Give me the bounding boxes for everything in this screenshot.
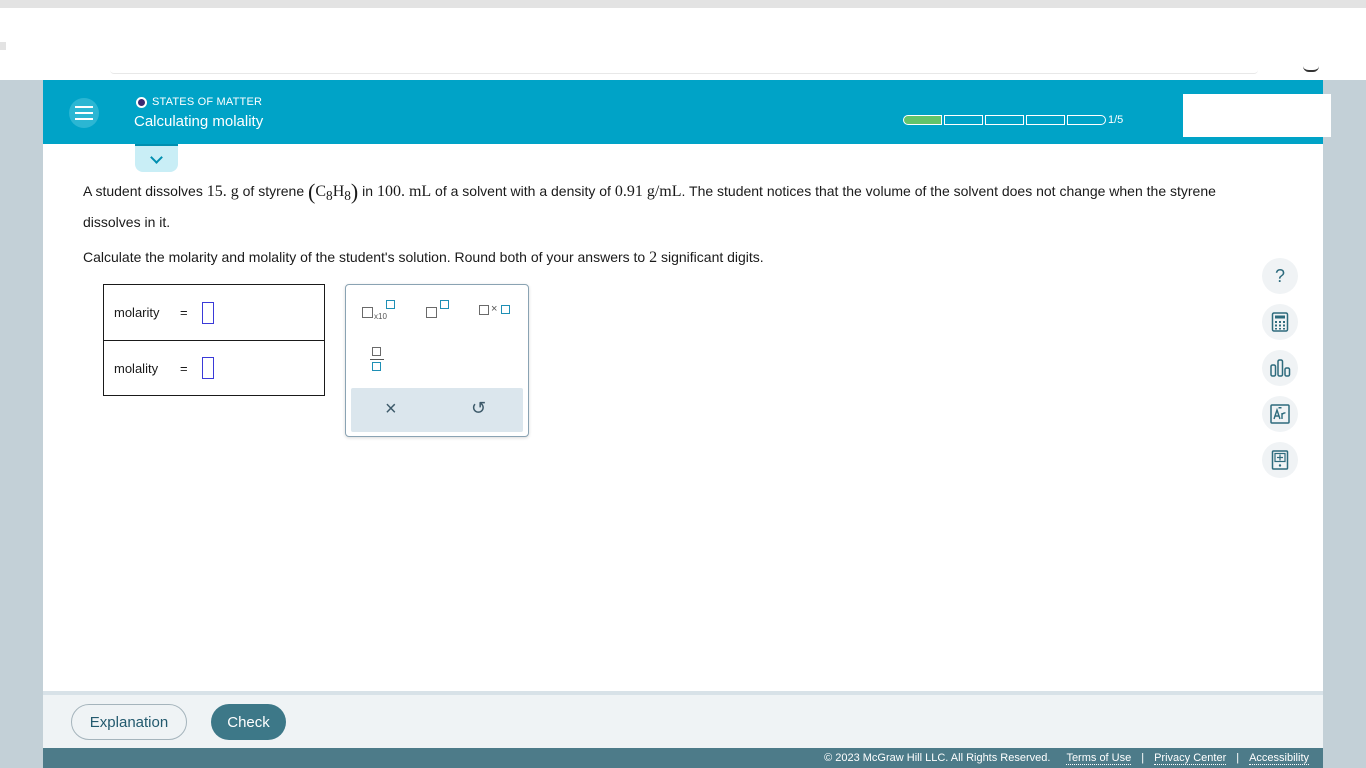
copyright-text: © 2023 McGraw Hill LLC. All Rights Reser… xyxy=(824,752,1051,764)
formula-element: C xyxy=(315,183,327,200)
equals-sign: = xyxy=(180,305,188,320)
aleks-app: STATES OF MATTER Calculating molality 1/… xyxy=(43,80,1331,768)
chevron-down-icon xyxy=(150,150,163,164)
address-bar-outline[interactable] xyxy=(110,70,1258,74)
header-blank-panel xyxy=(1183,94,1331,137)
bar-chart-icon xyxy=(1270,359,1291,377)
palette-actions: × ↺ xyxy=(351,388,523,432)
periodic-table-button[interactable] xyxy=(1262,396,1298,432)
progress-segment xyxy=(903,115,942,125)
legal-footer: © 2023 McGraw Hill LLC. All Rights Reser… xyxy=(43,748,1323,768)
topic-status-icon xyxy=(136,96,147,108)
numerator-box-icon xyxy=(372,347,381,356)
privacy-center-link[interactable]: Privacy Center xyxy=(1154,752,1227,765)
density-value: 0.91 g/mL xyxy=(614,183,682,200)
molarity-row: molarity = xyxy=(104,285,324,340)
problem-text: A student dissolves xyxy=(83,183,207,199)
math-palette: x10 × × ↺ xyxy=(345,284,529,437)
hamburger-menu-button[interactable] xyxy=(69,98,99,128)
formula-element: H xyxy=(332,183,345,200)
fraction-button[interactable] xyxy=(370,345,386,375)
legal-links: © 2023 McGraw Hill LLC. All Rights Reser… xyxy=(824,752,1309,765)
problem-paragraph: A student dissolves 15. g of styrene (C8… xyxy=(83,178,1223,235)
base-box-icon xyxy=(426,307,437,318)
answer-table: molarity = molality = xyxy=(103,284,325,396)
right-factor-box-icon xyxy=(501,305,510,314)
terms-of-use-link[interactable]: Terms of Use xyxy=(1066,752,1132,765)
link-separator: | xyxy=(1141,752,1145,764)
menu-bar-icon xyxy=(75,112,93,114)
undo-button[interactable]: ↺ xyxy=(471,398,486,419)
calculator-button[interactable] xyxy=(1262,304,1298,340)
topic-header: STATES OF MATTER Calculating molality 1/… xyxy=(43,80,1331,144)
problem-text: of a solvent with a density of xyxy=(431,183,615,199)
data-chart-button[interactable] xyxy=(1262,350,1298,386)
progress-segment xyxy=(1026,115,1065,125)
formula-subscript: 8 xyxy=(344,188,351,204)
progress-segment xyxy=(944,115,983,125)
problem-statement: A student dissolves 15. g of styrene (C8… xyxy=(83,178,1223,271)
page-title: Calculating molality xyxy=(134,113,264,130)
multiply-button[interactable]: × xyxy=(478,301,514,321)
problem-text: in xyxy=(358,183,377,199)
browser-edge-mark xyxy=(0,42,6,50)
progress-segment xyxy=(1067,115,1106,125)
progress-segment xyxy=(985,115,1024,125)
help-icon: ? xyxy=(1274,265,1285,286)
problem-paragraph: Calculate the molarity and molality of t… xyxy=(83,244,1223,271)
scientific-notation-button[interactable]: x10 xyxy=(360,299,398,323)
calculator-icon xyxy=(1271,312,1289,332)
molality-label: molality xyxy=(114,360,159,376)
accessibility-link[interactable]: Accessibility xyxy=(1249,752,1309,765)
sig-digits-value: 2 xyxy=(649,249,658,267)
explanation-button[interactable]: Explanation xyxy=(71,704,187,740)
molality-row: molality = xyxy=(104,340,324,395)
equals-sign: = xyxy=(180,360,188,376)
link-separator: | xyxy=(1236,752,1240,764)
help-button[interactable]: ? xyxy=(1262,258,1298,294)
molarity-input[interactable] xyxy=(202,301,214,324)
x10-label: x10 xyxy=(374,312,387,321)
menu-bar-icon xyxy=(75,106,93,108)
periodic-element-icon xyxy=(1270,404,1290,424)
formula-subscript: 8 xyxy=(326,188,333,204)
menu-bar-icon xyxy=(75,118,93,120)
reference-device-icon xyxy=(1271,450,1289,470)
fraction-bar-icon xyxy=(370,359,384,360)
topic-row: STATES OF MATTER xyxy=(136,96,262,108)
browser-toolbar xyxy=(0,8,1366,80)
progress-bar xyxy=(903,115,1106,125)
problem-text: of styrene xyxy=(238,183,309,199)
molality-input[interactable] xyxy=(202,357,214,379)
browser-top-strip xyxy=(0,0,1366,8)
denominator-box-icon xyxy=(372,362,381,371)
styrene-formula: C8H8 xyxy=(315,183,351,204)
reference-tool-button[interactable] xyxy=(1262,442,1298,478)
collapse-header-button[interactable] xyxy=(135,144,178,172)
mass-value: 15. g xyxy=(206,183,239,200)
topic-label: STATES OF MATTER xyxy=(152,96,263,108)
problem-text: Calculate the molarity and molality of t… xyxy=(83,249,650,266)
progress-label: 1/5 xyxy=(1108,114,1124,126)
clear-button[interactable]: × xyxy=(385,398,397,421)
action-footer: Explanation Check xyxy=(43,695,1323,748)
times-symbol: × xyxy=(491,303,498,315)
browser-corner-icon xyxy=(1303,66,1319,72)
molarity-label: molarity xyxy=(114,305,160,320)
exponent-box-icon xyxy=(440,300,449,309)
problem-text: significant digits. xyxy=(657,249,764,266)
base-box-icon xyxy=(362,307,373,318)
check-button[interactable]: Check xyxy=(211,704,286,740)
exponent-box-icon xyxy=(386,300,395,309)
volume-value: 100. mL xyxy=(376,183,432,200)
left-factor-box-icon xyxy=(479,305,489,315)
superscript-button[interactable] xyxy=(424,299,454,323)
